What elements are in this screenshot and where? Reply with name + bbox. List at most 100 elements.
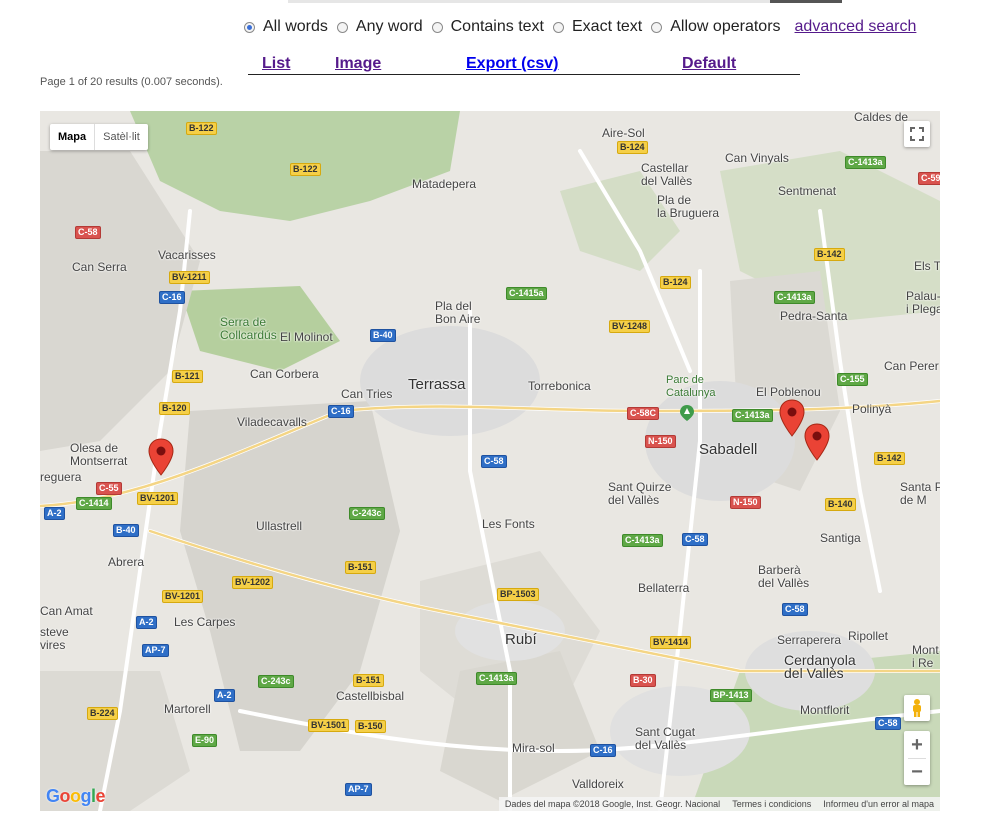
place-esteve: steve vires	[40, 625, 69, 652]
road-shield: C-1414	[76, 497, 112, 510]
road-shield: B-40	[113, 524, 139, 537]
road-shield: AP-7	[345, 783, 372, 796]
road-shield: C-55	[96, 482, 122, 495]
place-esparreguera: reguera	[40, 470, 82, 484]
map-type-satellite-button[interactable]: Satèl·lit	[95, 124, 148, 150]
place-polinya: Polinyà	[852, 402, 892, 416]
radio-allow-operators[interactable]	[651, 21, 663, 33]
radio-exact-text[interactable]	[553, 21, 564, 33]
place-can-vinyals: Can Vinyals	[725, 151, 789, 165]
place-barbera: Barberà del Vallès	[758, 563, 810, 590]
place-matadepera: Matadepera	[412, 177, 477, 191]
map-type-map-button[interactable]: Mapa	[50, 124, 96, 150]
advanced-search-link[interactable]: advanced search	[795, 18, 917, 36]
road-shield: C-58	[75, 226, 101, 239]
map-view[interactable]: Terrassa Sabadell Rubí Matadepera Castel…	[40, 111, 940, 811]
place-terrassa: Terrassa	[408, 376, 466, 393]
tab-image[interactable]: Image	[335, 55, 381, 73]
option-all-words[interactable]: All words	[244, 18, 328, 36]
option-contains-text-label: Contains text	[450, 18, 544, 35]
road-shield: B-224	[87, 707, 118, 720]
road-shield: AP-7	[142, 644, 169, 657]
place-vacarisses: Vacarisses	[158, 248, 216, 262]
option-any-word[interactable]: Any word	[336, 18, 423, 36]
road-shield: B-151	[345, 561, 376, 574]
radio-all-words[interactable]	[244, 21, 255, 33]
option-exact-text[interactable]: Exact text	[553, 18, 642, 36]
place-aire-sol: Aire-Sol	[602, 126, 645, 140]
option-any-word-label: Any word	[355, 18, 423, 35]
place-pla-bon-aire: Pla del Bon Aire	[435, 299, 481, 326]
road-shield: C-1413a	[476, 672, 517, 685]
place-santa-perpetua: Santa P de M	[900, 480, 940, 507]
top-bar-strip	[288, 0, 770, 3]
place-caldes: Caldes de	[854, 111, 909, 124]
tab-export-csv[interactable]: Export (csv)	[466, 55, 558, 73]
road-shield: B-122	[290, 163, 321, 176]
place-rubi: Rubí	[505, 631, 537, 648]
road-shield: C-59	[918, 172, 940, 185]
map-data-credit: Dades del mapa ©2018 Google, Inst. Geogr…	[504, 799, 721, 809]
road-shield: B-142	[874, 452, 905, 465]
road-shield: C-58	[481, 455, 507, 468]
option-all-words-label: All words	[263, 18, 328, 35]
place-sabadell: Sabadell	[699, 441, 758, 458]
road-shield: B-151	[353, 674, 384, 687]
place-les-fonts: Les Fonts	[482, 517, 535, 531]
zoom-out-button[interactable]: −	[904, 759, 930, 785]
road-shield: BV-1201	[162, 590, 204, 603]
zoom-in-button[interactable]: +	[904, 732, 930, 758]
road-shield: B-122	[186, 122, 217, 135]
top-bar-button[interactable]	[770, 0, 842, 3]
road-shield: B-121	[172, 370, 203, 383]
place-bellaterra: Bellaterra	[638, 581, 690, 595]
place-mont: Mont i Re	[912, 643, 939, 670]
place-pla-bruguera: Pla de la Bruguera	[657, 193, 720, 220]
road-shield: C-1413a	[845, 156, 886, 169]
place-les-carpes: Les Carpes	[174, 615, 236, 629]
road-shield: C-1413a	[774, 291, 815, 304]
road-shield: C-16	[328, 405, 354, 418]
fullscreen-button[interactable]	[904, 121, 930, 147]
option-contains-text[interactable]: Contains text	[431, 18, 544, 36]
road-shield: BV-1201	[137, 492, 179, 505]
road-shield: C-58	[682, 533, 708, 546]
map-marker-icon[interactable]	[779, 399, 805, 437]
tab-list[interactable]: List	[262, 55, 290, 73]
road-shield: B-124	[617, 141, 648, 154]
place-valldoreix: Valldoreix	[572, 777, 624, 791]
road-shield: C-58	[875, 717, 901, 730]
road-shield: C-155	[837, 373, 868, 386]
road-shield: N-150	[645, 435, 676, 448]
place-sant-quirze: Sant Quirze del Vallès	[608, 480, 672, 507]
road-shield: A-2	[214, 689, 235, 702]
pegman-icon	[913, 699, 921, 717]
road-shield: B-124	[660, 276, 691, 289]
road-shield: B-30	[630, 674, 656, 687]
map-marker-icon[interactable]	[148, 438, 174, 476]
report-error-link[interactable]: Informeu d'un error al mapa	[823, 799, 934, 809]
road-shield: BV-1414	[650, 636, 692, 649]
tab-default[interactable]: Default	[682, 55, 736, 73]
place-el-poblenou: El Poblenou	[756, 385, 821, 399]
place-can-tries: Can Tries	[341, 387, 393, 401]
option-exact-text-label: Exact text	[572, 18, 643, 35]
radio-any-word[interactable]	[336, 21, 348, 33]
road-shield: BP-1503	[497, 588, 539, 601]
place-can-amat: Can Amat	[40, 604, 93, 618]
place-martorell: Martorell	[164, 702, 211, 716]
place-ripollet: Ripollet	[848, 629, 889, 643]
place-pedra-santa: Pedra-Santa	[780, 309, 848, 323]
radio-contains-text[interactable]	[431, 21, 443, 33]
road-shield: C-243c	[258, 675, 294, 688]
road-shield: C-58	[782, 603, 808, 616]
google-logo: Google	[46, 786, 106, 806]
place-sant-cugat: Sant Cugat del Vallès	[635, 725, 696, 752]
road-shield: C-1415a	[506, 287, 547, 300]
terms-link[interactable]: Termes i condicions	[732, 799, 811, 809]
street-view-button[interactable]	[904, 695, 930, 721]
option-allow-operators-label: Allow operators	[670, 18, 781, 35]
option-allow-operators[interactable]: Allow operators	[651, 18, 781, 36]
place-abrera: Abrera	[108, 555, 145, 569]
map-marker-icon[interactable]	[804, 423, 830, 461]
